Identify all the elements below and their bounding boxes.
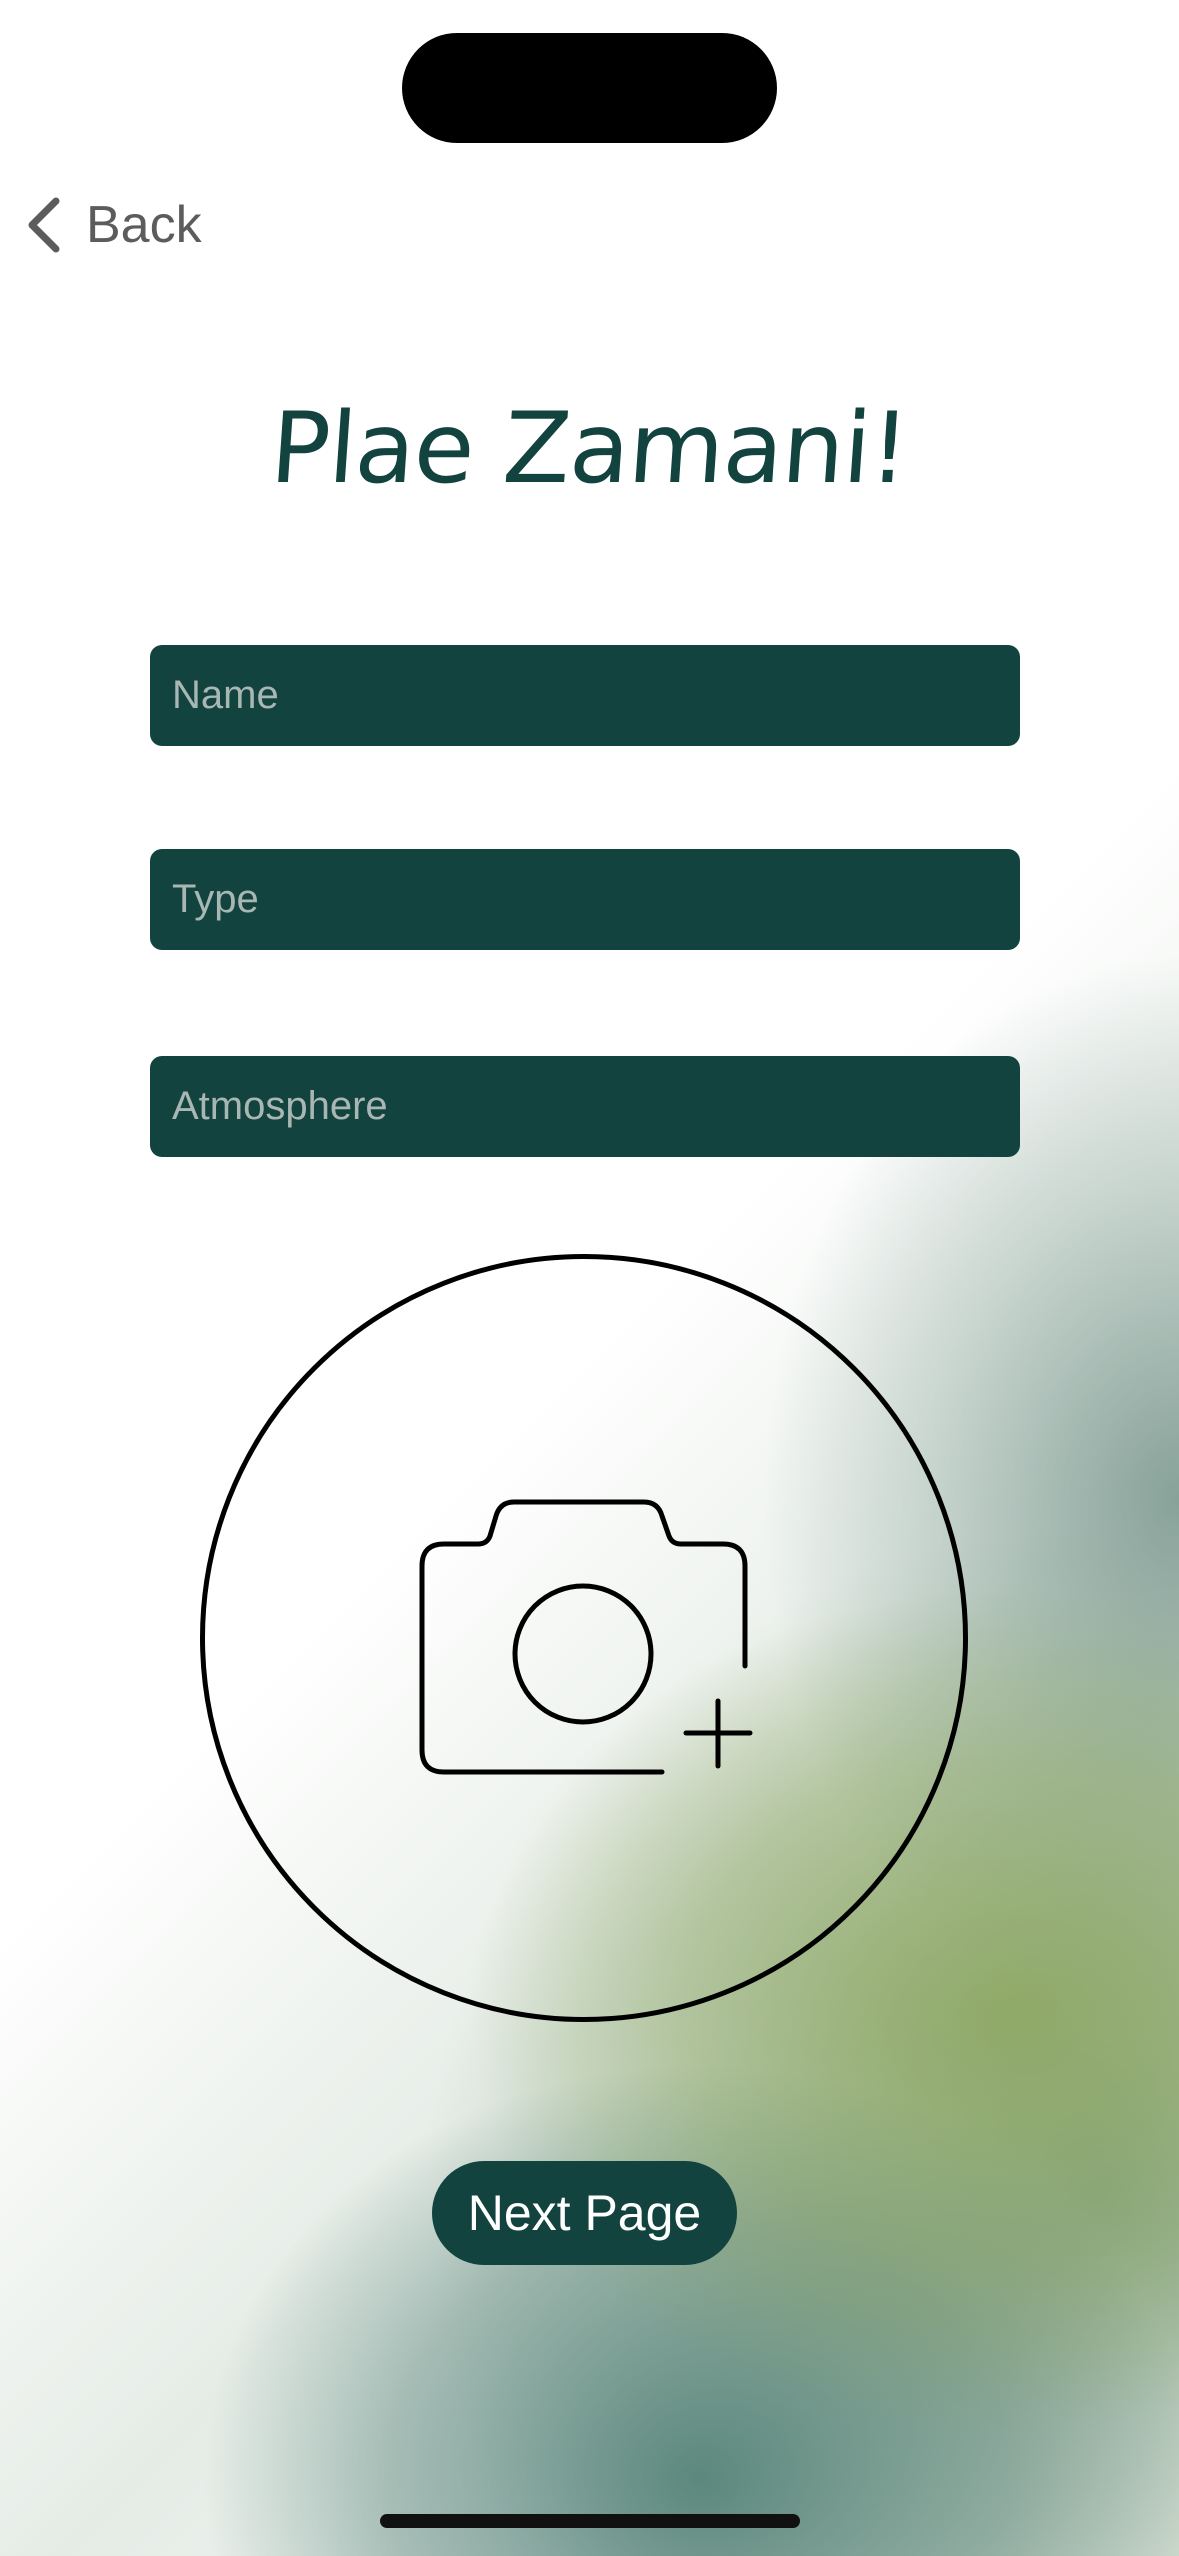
atmosphere-field[interactable] — [150, 1056, 1020, 1157]
home-indicator[interactable] — [380, 2514, 800, 2528]
camera-plus-icon — [419, 1499, 753, 1775]
next-page-button[interactable]: Next Page — [432, 2161, 737, 2265]
back-label: Back — [86, 196, 202, 254]
name-field[interactable] — [150, 645, 1020, 746]
back-button[interactable]: Back — [24, 190, 202, 260]
type-field[interactable] — [150, 849, 1020, 950]
chevron-left-icon — [28, 197, 60, 253]
page-title: Plae Zamani! — [266, 392, 913, 506]
dynamic-island — [402, 33, 777, 143]
